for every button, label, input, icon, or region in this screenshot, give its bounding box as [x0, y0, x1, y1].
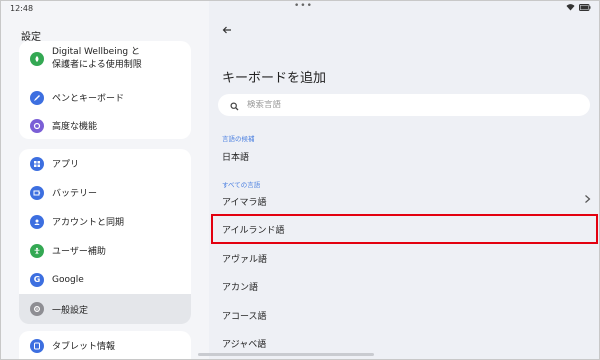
language-item[interactable]: アイマラ語 [209, 187, 599, 215]
menu-item-label: Digital Wellbeing と [52, 47, 140, 57]
status-bar: 12:48 ••• [1, 1, 599, 17]
menu-item-label: 一般設定 [52, 305, 89, 316]
page-title: キーボードを追加 [222, 71, 327, 86]
menu-item-pen-keyboard[interactable]: ペンとキーボード [19, 83, 191, 112]
menu-item-general-settings[interactable]: 一般設定 [19, 294, 191, 324]
menu-item-battery[interactable]: バッテリー [19, 178, 191, 207]
search-input[interactable] [247, 100, 547, 110]
menu-item-apps[interactable]: アプリ [19, 149, 191, 178]
screen: 設定 Digital Wellbeing と 保護者による使用制限 ペンとキーボ… [0, 0, 600, 360]
menu-item-label: ユーザー補助 [52, 247, 106, 257]
chevron-right-icon [584, 194, 591, 207]
language-item[interactable]: アカン語 [209, 272, 599, 300]
highlight-box [211, 214, 598, 244]
battery-status-icon [579, 3, 591, 13]
menu-item-digital-wellbeing[interactable]: Digital Wellbeing と 保護者による使用制限 [19, 41, 191, 77]
menu-item-label: 高度な機能 [52, 122, 98, 132]
status-time: 12:48 [10, 4, 34, 13]
menu-item-label: ペンとキーボード [52, 94, 125, 104]
advanced-icon [30, 118, 44, 133]
menu-item-label: Google [52, 274, 84, 285]
window-handle-dots[interactable]: ••• [294, 1, 313, 11]
language-item[interactable]: アヴァル語 [209, 244, 599, 272]
menu-item-advanced[interactable]: 高度な機能 [19, 111, 191, 139]
pen-icon [30, 90, 44, 105]
language-label: アイマラ語 [222, 197, 267, 208]
google-icon: G [30, 272, 44, 287]
back-arrow-icon[interactable] [222, 25, 232, 38]
search-bar[interactable] [218, 94, 590, 116]
menu-item-label: タブレット情報 [52, 342, 116, 352]
menu-item-label: 保護者による使用制限 [52, 60, 142, 70]
navigation-handle[interactable] [198, 353, 374, 356]
settings-card-2: アプリ バッテリー アカウントと同期 ユーザー補助 G Google 一般設定 [19, 149, 191, 324]
battery-icon [30, 185, 44, 200]
language-item[interactable]: アコース語 [209, 301, 599, 329]
status-icons [566, 3, 591, 13]
tablet-info-icon [30, 338, 44, 353]
menu-item-label: アプリ [52, 160, 80, 170]
accessibility-icon [30, 243, 44, 258]
settings-card-3: タブレット情報 [19, 331, 191, 359]
wellbeing-icon [30, 52, 44, 66]
menu-item-accessibility[interactable]: ユーザー補助 [19, 236, 191, 265]
add-keyboard-panel: キーボードを追加 言語の候補 日本語 すべての言語 アイマラ語 アイルランド語 … [209, 1, 599, 359]
wifi-icon [566, 3, 575, 13]
menu-item-google[interactable]: G Google [19, 265, 191, 294]
menu-item-tablet-info[interactable]: タブレット情報 [19, 331, 191, 359]
language-item[interactable]: 日本語 [209, 142, 599, 170]
menu-item-label: バッテリー [52, 189, 98, 199]
apps-icon [30, 156, 44, 171]
settings-sidebar: 設定 Digital Wellbeing と 保護者による使用制限 ペンとキーボ… [1, 1, 209, 359]
menu-item-accounts[interactable]: アカウントと同期 [19, 207, 191, 236]
general-settings-icon [30, 302, 44, 316]
settings-card-1: Digital Wellbeing と 保護者による使用制限 ペンとキーボード … [19, 41, 191, 139]
search-icon [230, 96, 239, 115]
account-icon [30, 214, 44, 229]
menu-item-label: アカウントと同期 [52, 218, 125, 228]
